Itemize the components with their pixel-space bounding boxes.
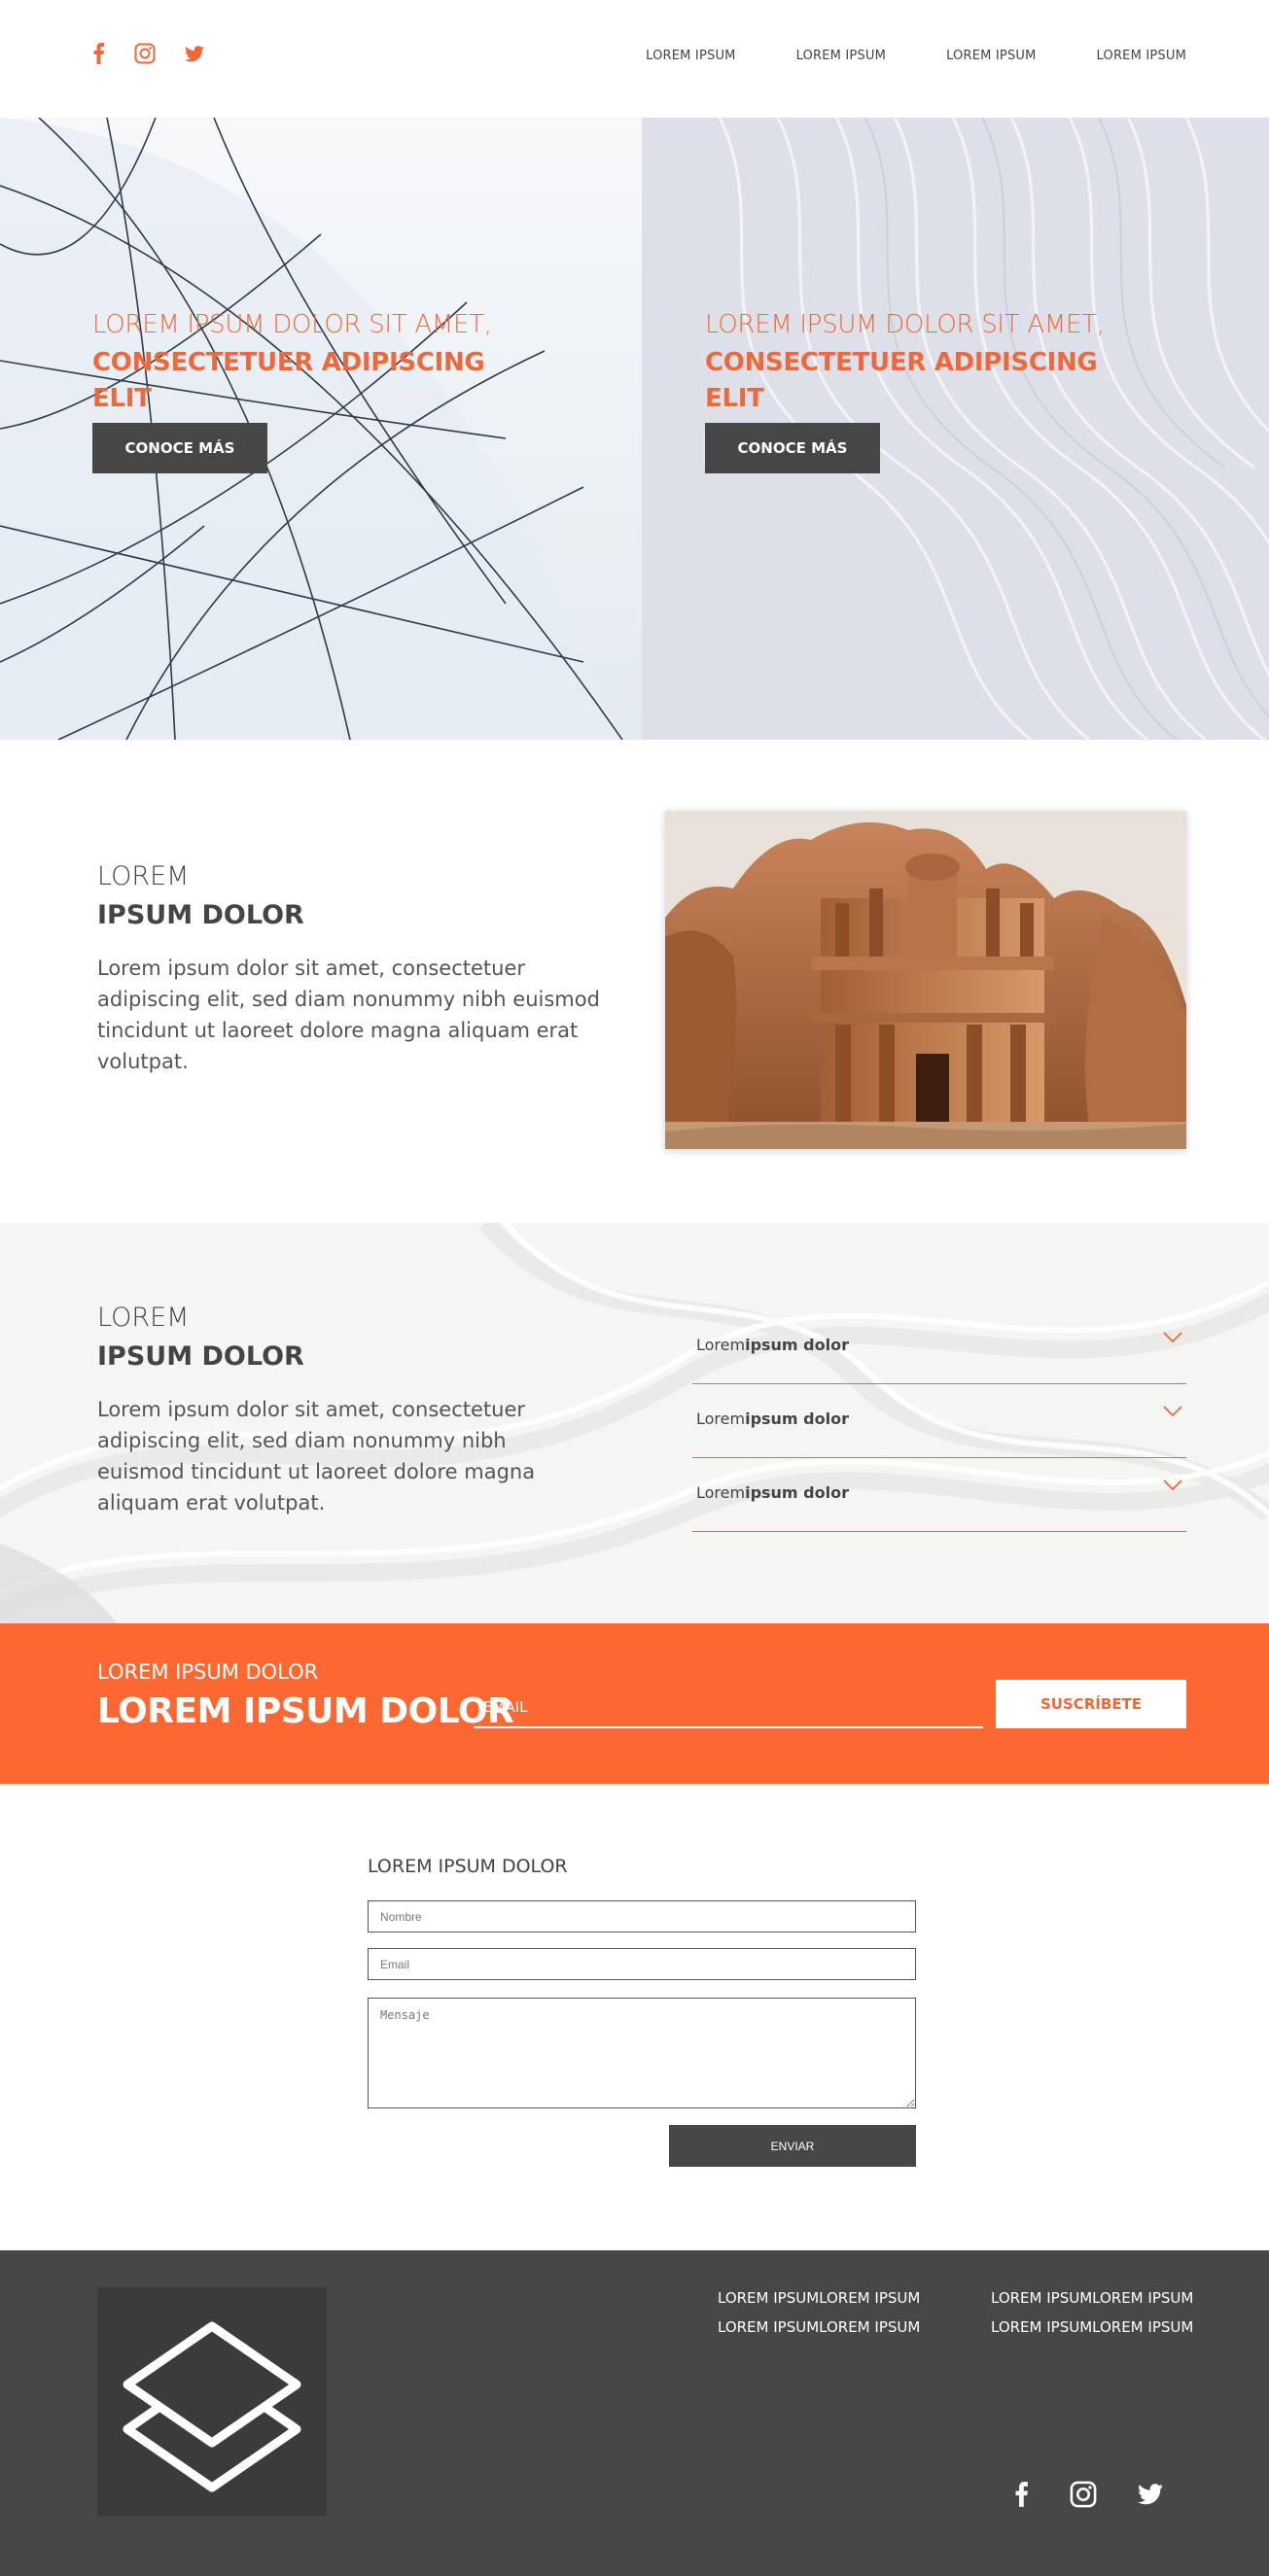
site-footer: LOREM IPSUMLOREM IPSUM LOREM IPSUMLOREM …	[0, 2250, 1269, 2576]
features-section: LOREM IPSUM DOLOR Lorem ipsum dolor sit …	[0, 1223, 1269, 1623]
message-field[interactable]	[368, 1998, 916, 2108]
twitter-icon[interactable]	[185, 45, 204, 62]
nav-item[interactable]: LOREM IPSUM	[646, 49, 735, 63]
accordion-item-label: Loremipsum dolor	[696, 1483, 849, 1502]
nav-item[interactable]: LOREM IPSUM	[1097, 49, 1186, 63]
about-text-block: LOREM IPSUM DOLOR Lorem ipsum dolor sit …	[97, 859, 603, 1077]
chevron-down-icon[interactable]	[1163, 1332, 1182, 1343]
footer-link[interactable]: LOREM IPSUMLOREM IPSUM	[991, 2316, 1193, 2338]
chevron-down-icon[interactable]	[1163, 1479, 1182, 1491]
hero-headline-bold-2: ELIT	[92, 384, 152, 413]
hero-section: LOREM IPSUM DOLOR SIT AMET, CONSECTETUER…	[0, 118, 1269, 740]
accordion-item[interactable]: Loremipsum dolor	[692, 1384, 1186, 1458]
instagram-icon[interactable]	[134, 43, 156, 64]
hero-headline-light: LOREM IPSUM DOLOR SIT AMET,	[92, 310, 492, 339]
footer-link[interactable]: LOREM IPSUMLOREM IPSUM	[718, 2287, 920, 2309]
features-text-block: LOREM IPSUM DOLOR Lorem ipsum dolor sit …	[97, 1301, 603, 1518]
conoce-mas-button[interactable]: CONOCE MÁS	[92, 423, 267, 473]
about-section: LOREM IPSUM DOLOR Lorem ipsum dolor sit …	[0, 740, 1269, 1223]
contact-title: LOREM IPSUM DOLOR	[368, 1856, 568, 1877]
about-title-light: LOREM	[97, 861, 190, 891]
contact-section: LOREM IPSUM DOLOR ENVIAR	[0, 1784, 1269, 2250]
footer-social-links	[1015, 2481, 1163, 2512]
hero-text-left: LOREM IPSUM DOLOR SIT AMET, CONSECTETUER…	[92, 308, 530, 473]
footer-links-col1: LOREM IPSUMLOREM IPSUM LOREM IPSUMLOREM …	[718, 2287, 920, 2338]
site-header: LOREM IPSUM LOREM IPSUM LOREM IPSUM LORE…	[0, 0, 1269, 118]
name-field[interactable]	[368, 1900, 916, 1932]
accordion-item[interactable]: Loremipsum dolor	[692, 1310, 1186, 1384]
nav-item[interactable]: LOREM IPSUM	[796, 49, 886, 63]
about-title-bold: IPSUM DOLOR	[97, 900, 304, 930]
layers-logo-icon	[123, 2321, 301, 2492]
hero-headline-light: LOREM IPSUM DOLOR SIT AMET,	[705, 310, 1105, 339]
instagram-icon[interactable]	[1070, 2481, 1097, 2512]
brand-logo[interactable]	[97, 2287, 327, 2517]
features-title-light: LOREM	[97, 1303, 190, 1333]
accordion-item-label: Loremipsum dolor	[696, 1410, 849, 1428]
newsletter-email-input[interactable]	[474, 1688, 983, 1728]
subscribe-button[interactable]: SUSCRÍBETE	[996, 1680, 1186, 1728]
email-field[interactable]	[368, 1948, 916, 1980]
accordion-item-label: Loremipsum dolor	[696, 1336, 849, 1354]
facebook-icon[interactable]	[93, 43, 105, 64]
nav-item[interactable]: LOREM IPSUM	[946, 49, 1036, 63]
newsletter-subtitle: LOREM IPSUM DOLOR	[97, 1660, 319, 1684]
accordion: Loremipsum dolor Loremipsum dolor Loremi…	[692, 1310, 1186, 1532]
accordion-item[interactable]: Loremipsum dolor	[692, 1458, 1186, 1532]
footer-links-col2: LOREM IPSUMLOREM IPSUM LOREM IPSUMLOREM …	[991, 2287, 1193, 2338]
hero-text-right: LOREM IPSUM DOLOR SIT AMET, CONSECTETUER…	[705, 308, 1143, 473]
petra-monastery-image	[665, 811, 1186, 1149]
hero-panel-right: LOREM IPSUM DOLOR SIT AMET, CONSECTETUER…	[642, 118, 1269, 740]
newsletter-title: LOREM IPSUM DOLOR	[97, 1691, 514, 1731]
footer-link[interactable]: LOREM IPSUMLOREM IPSUM	[718, 2316, 920, 2338]
twitter-icon[interactable]	[1138, 2484, 1163, 2509]
hero-panel-left: LOREM IPSUM DOLOR SIT AMET, CONSECTETUER…	[0, 118, 642, 740]
chevron-down-icon[interactable]	[1163, 1406, 1182, 1417]
features-title-bold: IPSUM DOLOR	[97, 1341, 304, 1372]
header-social-links	[93, 43, 204, 64]
newsletter-section: LOREM IPSUM DOLOR LOREM IPSUM DOLOR SUSC…	[0, 1623, 1269, 1784]
hero-headline-bold-2: ELIT	[705, 384, 764, 413]
conoce-mas-button[interactable]: CONOCE MÁS	[705, 423, 880, 473]
main-nav: LOREM IPSUM LOREM IPSUM LOREM IPSUM LORE…	[646, 49, 1186, 63]
hero-headline-bold: CONSECTETUER ADIPISCING	[705, 348, 1098, 377]
hero-headline-bold: CONSECTETUER ADIPISCING	[92, 348, 485, 377]
send-button[interactable]: ENVIAR	[669, 2125, 916, 2167]
features-paragraph: Lorem ipsum dolor sit amet, consectetuer…	[97, 1398, 536, 1514]
facebook-icon[interactable]	[1015, 2481, 1029, 2512]
page: LOREM IPSUM LOREM IPSUM LOREM IPSUM LORE…	[0, 0, 1269, 2576]
footer-link[interactable]: LOREM IPSUMLOREM IPSUM	[991, 2287, 1193, 2309]
about-paragraph: Lorem ipsum dolor sit amet, consectetuer…	[97, 957, 600, 1073]
